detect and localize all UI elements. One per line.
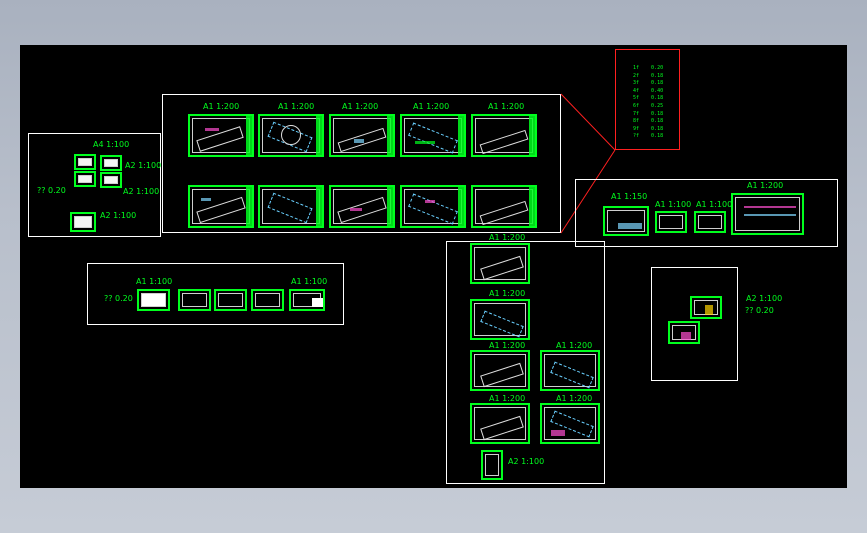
sheet-label: ?? 0.20 — [104, 294, 133, 303]
sheet-label: A1 1:200 — [489, 233, 526, 242]
sheet-label: A1 1:200 — [556, 341, 593, 350]
drawing-sheet[interactable] — [470, 350, 530, 391]
sheet-label: A1 1:100 — [655, 200, 692, 209]
sheet-label: A1 1:200 — [556, 394, 593, 403]
sheet-label: A2 1:100 — [125, 161, 162, 170]
sheet-label: A1 1:200 — [489, 289, 526, 298]
legend-row: 6f 0.25 — [633, 102, 664, 109]
drawing-sheet[interactable] — [289, 289, 325, 311]
sheet-label: A2 1:100 — [746, 294, 783, 303]
sheet-label: A1 1:150 — [611, 192, 648, 201]
sheet-label: A1 1:200 — [342, 102, 379, 111]
sheet-label: A1 1:200 — [747, 181, 784, 190]
sheet-label: A2 1:100 — [100, 211, 137, 220]
sheet-label: ?? 0.20 — [37, 186, 66, 195]
legend-row: 1f 0.20 — [633, 65, 664, 71]
drawing-sheet[interactable] — [329, 114, 395, 157]
legend-row: 5f 0.18 — [633, 95, 664, 102]
drawing-sheet[interactable] — [100, 155, 122, 171]
sheet-label: ?? 0.20 — [745, 306, 774, 315]
sheet-label: A1 1:100 — [696, 200, 733, 209]
drawing-sheet[interactable] — [137, 289, 170, 311]
sheet-label: A1 1:200 — [489, 341, 526, 350]
sheet-label: A1 1:200 — [413, 102, 450, 111]
legend-row: 3f 0.18 — [633, 80, 664, 87]
drawing-sheet[interactable] — [470, 299, 530, 340]
sheet-label: A1 1:200 — [489, 394, 526, 403]
sheet-label: A1 1:200 — [488, 102, 525, 111]
drawing-sheet[interactable] — [471, 185, 537, 228]
sheet-label: A1 1:200 — [278, 102, 315, 111]
drawing-sheet[interactable] — [251, 289, 284, 311]
drawing-sheet[interactable] — [329, 185, 395, 228]
drawing-sheet[interactable] — [655, 211, 687, 233]
drawing-sheet[interactable] — [74, 154, 96, 170]
drawing-sheet[interactable] — [694, 211, 726, 233]
legend-row: 8f 0.18 — [633, 118, 664, 125]
drawing-sheet[interactable] — [731, 193, 804, 235]
drawing-sheet[interactable] — [471, 114, 537, 157]
drawing-sheet[interactable] — [214, 289, 247, 311]
sheet-label: A1 1:200 — [203, 102, 240, 111]
drawing-sheet[interactable] — [258, 114, 324, 157]
drawing-sheet[interactable] — [400, 185, 466, 228]
drawing-sheet[interactable] — [188, 185, 254, 228]
drawing-sheet[interactable] — [70, 212, 96, 232]
drawing-sheet[interactable] — [603, 206, 649, 236]
drawing-sheet[interactable] — [690, 296, 722, 319]
legend-table: 1f 0.20 2f 0.18 3f 0.18 4f 0.40 5f 0.18 6f 0.… — [633, 65, 663, 141]
drawing-sheet[interactable] — [540, 403, 600, 444]
drawing-sheet[interactable] — [100, 172, 122, 188]
drawing-sheet[interactable] — [470, 403, 530, 444]
legend-row: 7f 0.18 — [633, 110, 664, 117]
legend-row: ?f 0.18 — [633, 133, 664, 140]
legend-row: 2f 0.18 — [633, 72, 664, 79]
sheet-label: A2 1:100 — [508, 457, 545, 466]
sheet-label: A2 1:100 — [123, 187, 160, 196]
drawing-sheet[interactable] — [258, 185, 324, 228]
drawing-sheet[interactable] — [400, 114, 466, 157]
sheet-label: A4 1:100 — [93, 140, 130, 149]
drawing-sheet[interactable] — [74, 171, 96, 187]
drawing-sheet[interactable] — [178, 289, 211, 311]
legend-row: 9f 0.18 — [633, 125, 664, 132]
drawing-sheet[interactable] — [668, 321, 700, 344]
legend-row: 4f 0.40 — [633, 87, 664, 94]
sheet-label: A1 1:100 — [136, 277, 173, 286]
drawing-sheet[interactable] — [540, 350, 600, 391]
drawing-sheet[interactable] — [470, 243, 530, 284]
drawing-sheet[interactable] — [481, 450, 503, 480]
sheet-label: A1 1:100 — [291, 277, 328, 286]
drawing-sheet[interactable] — [188, 114, 254, 157]
